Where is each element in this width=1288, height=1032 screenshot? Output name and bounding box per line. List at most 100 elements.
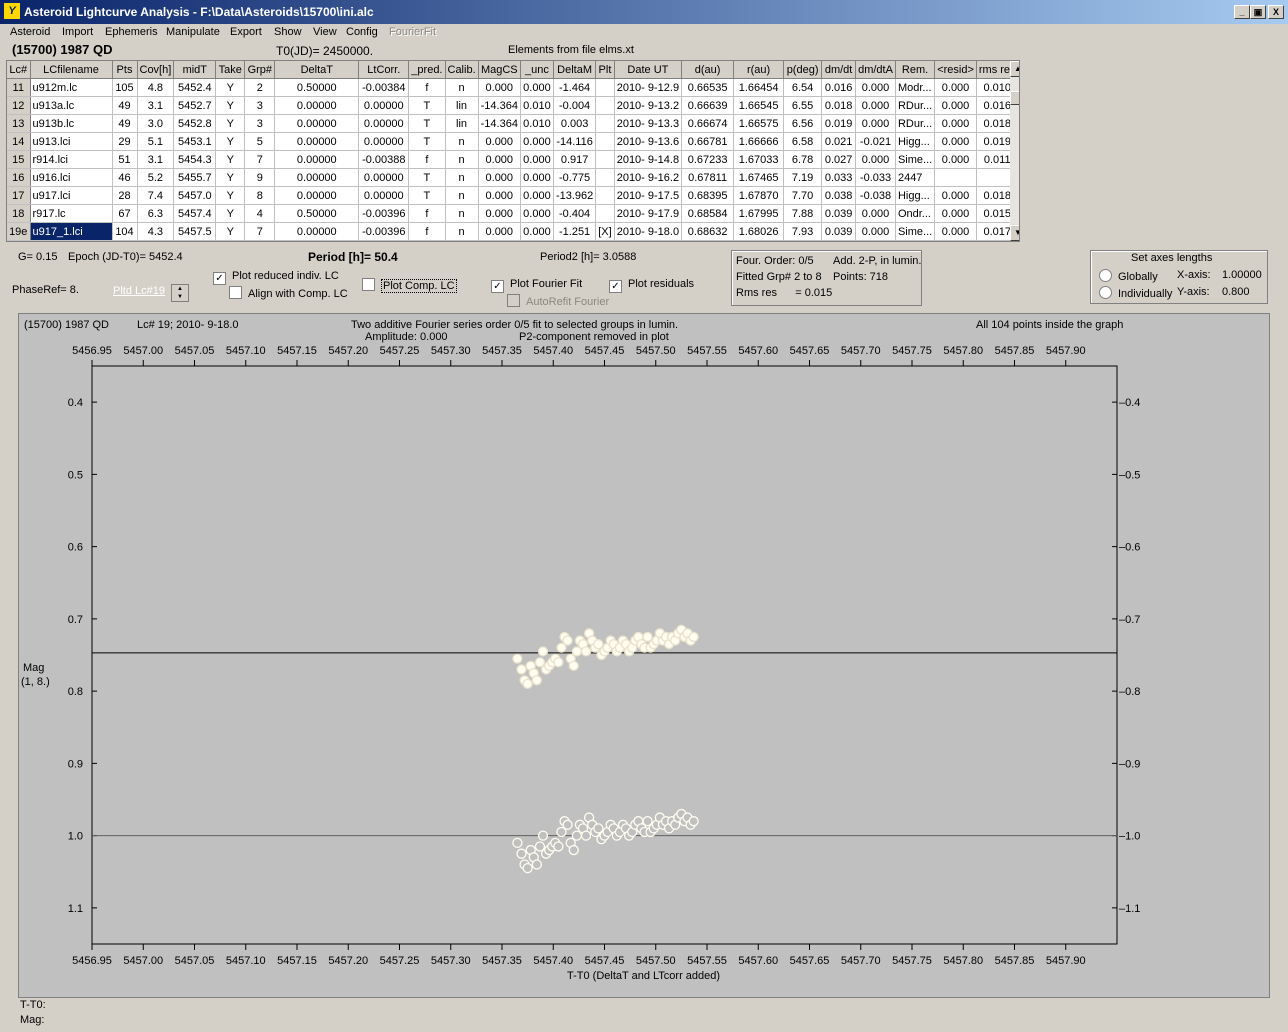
table-cell[interactable]: 0.000 [478, 150, 521, 169]
row-number[interactable]: 16 [7, 168, 31, 187]
column-header[interactable]: LtCorr. [358, 61, 410, 79]
table-cell[interactable]: 51 [112, 150, 138, 169]
spin-down-icon[interactable]: ▼ [172, 293, 188, 301]
y-axis-value[interactable]: 0.800 [1222, 286, 1250, 298]
table-cell[interactable]: 0.00000 [274, 132, 360, 151]
table-cell[interactable]: 7.70 [783, 186, 823, 205]
table-cell[interactable]: 2010- 9-13.2 [614, 96, 683, 115]
table-cell[interactable]: n [445, 204, 479, 223]
table-cell[interactable] [595, 186, 615, 205]
table-row[interactable]: 13 u913b.lc 49 3.0 5452.8 Y 3 0.00000 0.00000 Tli… [7, 114, 1019, 133]
table-cell[interactable]: 1.67870 [733, 186, 785, 205]
radio-globally[interactable]: Globally [1099, 269, 1158, 283]
table-cell[interactable]: n [445, 132, 479, 151]
table-cell[interactable]: 0.000 [520, 78, 554, 97]
table-cell[interactable]: 5457.4 [173, 204, 217, 223]
table-cell[interactable]: -14.364 [478, 96, 521, 115]
table-cell[interactable]: 0.000 [520, 150, 554, 169]
table-cell[interactable]: 0.00000 [274, 222, 360, 241]
table-cell[interactable]: 7 [244, 150, 276, 169]
column-header[interactable]: midT [173, 61, 217, 79]
table-cell[interactable]: 67 [112, 204, 138, 223]
menu-fourierfit[interactable]: FourierFit [389, 26, 436, 38]
table-cell[interactable]: 0.000 [855, 96, 896, 115]
table-cell[interactable]: r917.lc [30, 204, 113, 223]
table-cell[interactable]: Y [215, 204, 246, 223]
menu-asteroid[interactable]: Asteroid [10, 26, 50, 38]
table-cell[interactable]: n [445, 186, 479, 205]
table-cell[interactable]: 0.000 [478, 186, 521, 205]
table-cell[interactable]: 0.000 [855, 150, 896, 169]
table-cell[interactable]: u913a.lc [30, 96, 113, 115]
table-row[interactable]: 12 u913a.lc 49 3.1 5452.7 Y 3 0.00000 0.00000 Tli… [7, 96, 1019, 115]
table-cell[interactable]: f [408, 150, 446, 169]
table-cell[interactable]: lin [445, 114, 479, 133]
table-cell[interactable]: Ondr... [895, 204, 936, 223]
table-cell[interactable]: 0.66639 [681, 96, 735, 115]
table-cell[interactable]: 6.54 [783, 78, 823, 97]
table-cell[interactable]: 5 [244, 132, 276, 151]
column-header[interactable]: LCfilename [30, 61, 113, 79]
column-header[interactable]: MagCS [478, 61, 521, 79]
column-header[interactable]: Rem. [895, 61, 936, 79]
lightcurve-plot[interactable]: 5456.95 5456.95 5457.00 5457.00 5457.05 5457.… [19, 314, 1269, 997]
table-cell[interactable]: n [445, 222, 479, 241]
table-cell[interactable]: 0.00000 [358, 132, 410, 151]
table-cell[interactable]: n [445, 150, 479, 169]
close-button[interactable]: X [1268, 5, 1284, 19]
table-row[interactable]: 11 u912m.lc 105 4.8 5452.4 Y 2 0.50000 -0.00384 f… [7, 78, 1019, 97]
table-cell[interactable]: 0.000 [934, 204, 977, 223]
table-cell[interactable]: 4.3 [137, 222, 175, 241]
column-header[interactable]: DeltaM [553, 61, 597, 79]
table-cell[interactable]: 49 [112, 114, 138, 133]
table-cell[interactable]: lin [445, 96, 479, 115]
table-cell[interactable]: 0.000 [934, 78, 977, 97]
table-cell[interactable]: 7.4 [137, 186, 175, 205]
table-cell[interactable]: 9 [244, 168, 276, 187]
column-header[interactable]: dm/dtA [855, 61, 896, 79]
table-cell[interactable]: n [445, 78, 479, 97]
table-cell[interactable]: 0.019 [821, 114, 857, 133]
table-cell[interactable]: 46 [112, 168, 138, 187]
table-cell[interactable]: -0.021 [855, 132, 896, 151]
row-number[interactable]: 14 [7, 132, 31, 151]
table-cell[interactable]: 6.3 [137, 204, 175, 223]
table-cell[interactable]: -0.404 [553, 204, 597, 223]
plot-residuals-checkbox[interactable]: ✓ Plot residuals [609, 278, 694, 293]
table-cell[interactable]: Modr... [895, 78, 936, 97]
table-cell[interactable]: f [408, 222, 446, 241]
column-header[interactable]: Cov[h] [137, 61, 175, 79]
table-cell[interactable]: 2010- 9-16.2 [614, 168, 683, 187]
minimize-button[interactable]: _ [1234, 5, 1250, 19]
table-cell[interactable]: 2447 [895, 168, 936, 187]
table-cell[interactable]: 7.93 [783, 222, 823, 241]
table-cell[interactable]: 7.88 [783, 204, 823, 223]
table-cell[interactable]: u917_1.lci [30, 222, 113, 241]
table-scrollbar[interactable]: ▲ ▼ [1010, 61, 1019, 241]
table-cell[interactable]: n [445, 168, 479, 187]
autorefit-checkbox[interactable]: AutoRefit Fourier [507, 294, 609, 308]
table-cell[interactable]: 3.1 [137, 150, 175, 169]
table-cell[interactable]: Y [215, 78, 246, 97]
table-cell[interactable]: 0.000 [520, 186, 554, 205]
table-cell[interactable]: 1.67033 [733, 150, 785, 169]
table-cell[interactable]: Sime... [895, 150, 936, 169]
table-cell[interactable]: 5.2 [137, 168, 175, 187]
column-header[interactable]: <resid> [934, 61, 977, 79]
column-header[interactable]: Grp# [244, 61, 276, 79]
menu-manipulate[interactable]: Manipulate [166, 26, 220, 38]
menu-show[interactable]: Show [274, 26, 302, 38]
table-cell[interactable]: 0.68632 [681, 222, 735, 241]
table-cell[interactable]: 5.1 [137, 132, 175, 151]
table-cell[interactable]: 0.000 [934, 186, 977, 205]
table-cell[interactable]: 0.00000 [358, 186, 410, 205]
restore-button[interactable]: ▣ [1250, 5, 1266, 19]
table-cell[interactable]: 0.00000 [274, 96, 360, 115]
table-cell[interactable]: 104 [112, 222, 138, 241]
table-cell[interactable]: 2010- 9-13.3 [614, 114, 683, 133]
table-cell[interactable]: 1.66454 [733, 78, 785, 97]
table-cell[interactable]: 5455.7 [173, 168, 217, 187]
column-header[interactable]: Pts [112, 61, 138, 79]
column-header[interactable]: dm/dt [821, 61, 857, 79]
table-cell[interactable]: T [408, 168, 446, 187]
